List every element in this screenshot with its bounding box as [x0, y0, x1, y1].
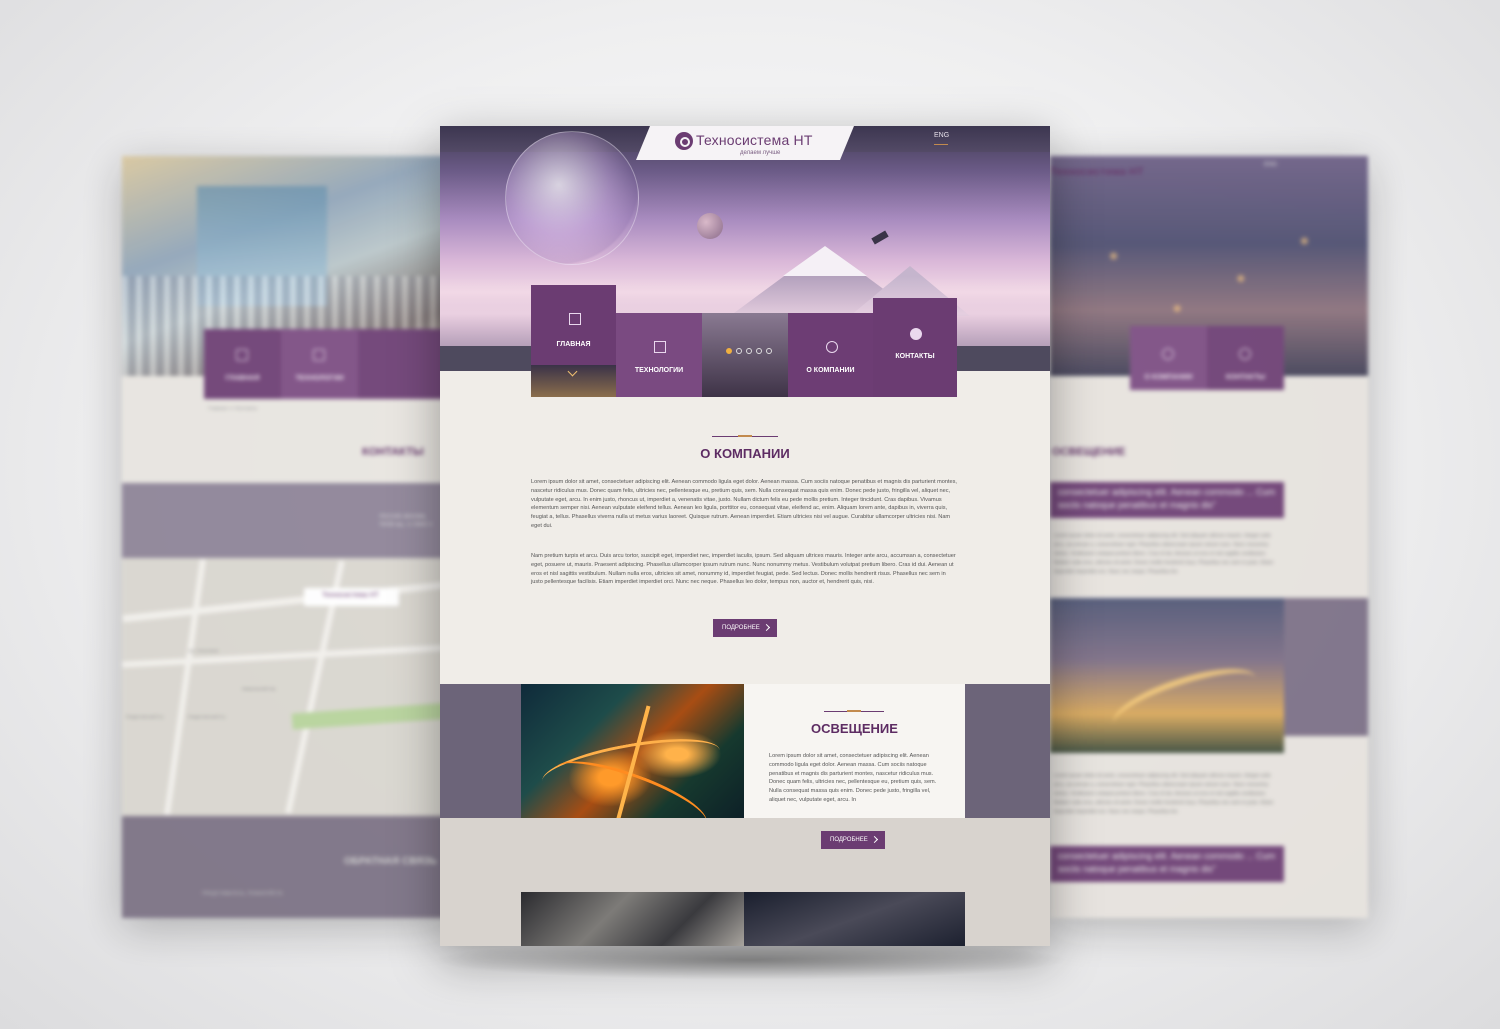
about-paragraph: Nam pretium turpis et arcu. Duis arcu to…	[531, 553, 956, 586]
home-icon	[568, 313, 581, 325]
logo-name: Техносистема НТ	[696, 132, 813, 148]
map-street-label: Рождественский б-р	[126, 714, 164, 719]
nav-home[interactable]: ГЛАВНАЯ	[531, 285, 616, 397]
planet	[697, 213, 723, 239]
slider-dots[interactable]	[724, 348, 774, 356]
link-icon	[825, 341, 838, 353]
slider-dot[interactable]	[766, 348, 772, 354]
slider-dot-active[interactable]	[726, 348, 732, 354]
quote-block: consectetuer adipiscing elit. Aenean com…	[1050, 482, 1284, 518]
map[interactable]: Техносистема НТ Рождественский б-р Рожде…	[122, 558, 452, 816]
feedback-section: ОБРАТНАЯ СВЯЗЬ ПРЕДСТАВЬТЕСЬ, ПОЖАЛУЙСТА	[122, 816, 452, 918]
map-street-label: пер. Печатников	[188, 648, 219, 653]
body-text: Lorem ipsum dolor sit amet, consectetuer…	[1054, 773, 1274, 815]
section-divider	[712, 435, 778, 437]
starry-sky-photo	[744, 892, 965, 946]
right-nav: О КОМПАНИИ КОНТАКТЫ	[1130, 326, 1284, 390]
about-title: О КОМПАНИИ	[700, 446, 790, 461]
satellite-icon	[871, 230, 889, 245]
folder-icon	[654, 341, 666, 353]
address-line: ПХОВ пер., 4, ОФИС 4	[379, 522, 432, 528]
language-switch[interactable]: ENG	[934, 132, 949, 139]
body-text: Lorem ipsum dolor sit amet, consectetuer…	[1054, 533, 1274, 575]
map-street-label: Камергерский пер.	[242, 686, 277, 691]
nav-slider[interactable]	[702, 313, 788, 397]
folder-icon	[313, 349, 325, 361]
nav-about[interactable]: О КОМПАНИИ	[788, 313, 873, 397]
next-section-preview	[521, 892, 965, 946]
contacts-page-mockup: ГЛАВНАЯ ТЕХНОЛОГИИ Главная >> Контакты К…	[122, 156, 452, 918]
lighting-title: ОСВЕЩЕНИЕ	[1052, 446, 1126, 458]
right-nav-about[interactable]: О КОМПАНИИ	[1130, 326, 1207, 390]
logo-text[interactable]: Техносистема НТ	[1050, 166, 1144, 178]
slider-dot[interactable]	[736, 348, 742, 354]
map-street-label: Рождественский б-р	[188, 714, 226, 719]
circuit-board-photo	[521, 892, 744, 946]
slider-dot[interactable]	[746, 348, 752, 354]
link-icon	[1162, 348, 1174, 360]
map-pin[interactable]: Техносистема НТ	[304, 588, 399, 606]
name-field[interactable]: ПРЕДСТАВЬТЕСЬ, ПОЖАЛУЙСТА	[202, 891, 283, 897]
breadcrumb[interactable]: Главная >> Контакты	[208, 406, 257, 412]
address-band: РОССИЯ, МОСКВА, ПХОВ пер., 4, ОФИС 4	[122, 483, 452, 558]
right-nav-contacts[interactable]: КОНТАКТЫ	[1207, 326, 1284, 390]
quote-block: consectetuer adipiscing elit. Aenean com…	[1050, 846, 1284, 882]
logo-slogan: делаем лучше	[740, 150, 781, 156]
globe-icon	[910, 328, 922, 340]
left-nav: ГЛАВНАЯ ТЕХНОЛОГИИ	[204, 329, 452, 399]
section-divider	[824, 710, 884, 712]
boulevard-green	[291, 702, 452, 730]
left-nav-home[interactable]: ГЛАВНАЯ	[204, 329, 281, 399]
nav-technologies[interactable]: ТЕХНОЛОГИИ	[616, 313, 702, 397]
about-paragraph: Lorem ipsum dolor sit amet, consectetuer…	[531, 479, 957, 529]
slider-dot[interactable]	[756, 348, 762, 354]
address-line: РОССИЯ, МОСКВА,	[379, 514, 427, 520]
globe-icon	[1239, 348, 1251, 360]
contacts-title: КОНТАКТЫ	[362, 446, 424, 458]
lighting-more-button[interactable]: ПОДРОБНЕЕ	[821, 831, 885, 849]
main-nav: ГЛАВНАЯ ТЕХНОЛОГИИ О КОМПАНИИ КОНТАКТЫ	[531, 285, 957, 397]
nav-contacts[interactable]: КОНТАКТЫ	[873, 298, 957, 397]
mockup-shadow	[430, 940, 1070, 980]
lighting-title: ОСВЕЩЕНИЕ	[811, 721, 898, 736]
wireframe-sphere	[505, 131, 639, 265]
logo[interactable]: Техносистема НТ делаем лучше	[636, 126, 854, 160]
lighting-paragraph: Lorem ipsum dolor sit amet, consectetuer…	[769, 753, 937, 803]
city-photo	[1050, 598, 1284, 753]
about-more-button[interactable]: ПОДРОБНЕЕ	[713, 619, 777, 637]
feedback-title: ОБРАТНАЯ СВЯЗЬ	[344, 856, 437, 867]
language-underline	[934, 144, 948, 145]
home-icon	[236, 349, 248, 361]
logo-mark-icon	[675, 132, 693, 150]
highway-night-photo	[521, 684, 744, 844]
left-nav-technologies[interactable]: ТЕХНОЛОГИИ	[281, 329, 358, 399]
lighting-page-mockup: Техносистема НТ ENG О КОМПАНИИ КОНТАКТЫ …	[1050, 156, 1368, 918]
language-switch[interactable]: ENG	[1264, 162, 1277, 168]
home-page-mockup: Техносистема НТ делаем лучше ENG ГЛАВНАЯ…	[440, 126, 1050, 946]
